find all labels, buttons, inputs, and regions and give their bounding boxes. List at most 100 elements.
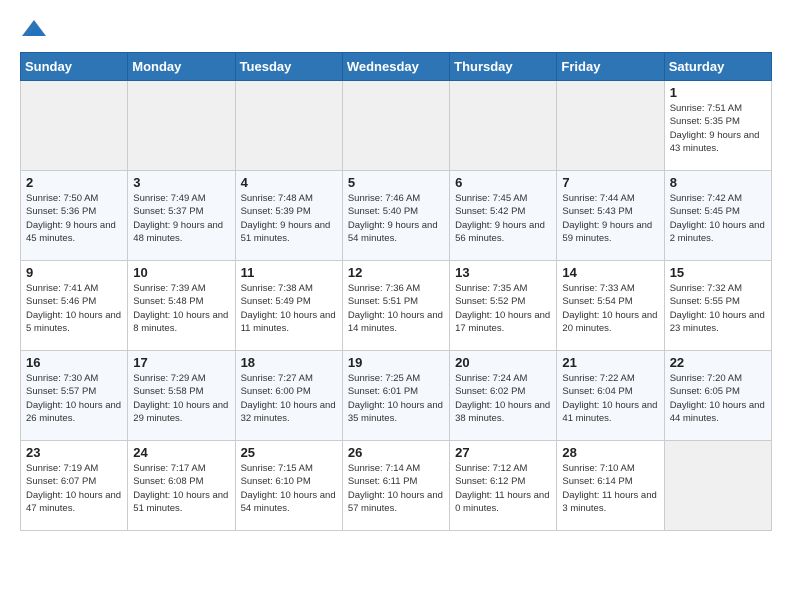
- weekday-header-row: SundayMondayTuesdayWednesdayThursdayFrid…: [21, 53, 772, 81]
- calendar-cell: 15 Sunrise: 7:32 AM Sunset: 5:55 PM Dayli…: [664, 261, 771, 351]
- day-info: Sunrise: 7:24 AM Sunset: 6:02 PM Dayligh…: [455, 372, 551, 425]
- day-info: Sunrise: 7:46 AM Sunset: 5:40 PM Dayligh…: [348, 192, 444, 245]
- calendar-cell: 11 Sunrise: 7:38 AM Sunset: 5:49 PM Dayli…: [235, 261, 342, 351]
- day-number: 25: [241, 445, 337, 460]
- calendar-cell: 14 Sunrise: 7:33 AM Sunset: 5:54 PM Dayli…: [557, 261, 664, 351]
- calendar-cell: 20 Sunrise: 7:24 AM Sunset: 6:02 PM Dayli…: [450, 351, 557, 441]
- day-info: Sunrise: 7:27 AM Sunset: 6:00 PM Dayligh…: [241, 372, 337, 425]
- day-info: Sunrise: 7:12 AM Sunset: 6:12 PM Dayligh…: [455, 462, 551, 515]
- calendar-cell: 24 Sunrise: 7:17 AM Sunset: 6:08 PM Dayli…: [128, 441, 235, 531]
- calendar-cell: [557, 81, 664, 171]
- calendar-cell: 26 Sunrise: 7:14 AM Sunset: 6:11 PM Dayli…: [342, 441, 449, 531]
- day-number: 14: [562, 265, 658, 280]
- day-number: 8: [670, 175, 766, 190]
- day-info: Sunrise: 7:14 AM Sunset: 6:11 PM Dayligh…: [348, 462, 444, 515]
- calendar-cell: 22 Sunrise: 7:20 AM Sunset: 6:05 PM Dayli…: [664, 351, 771, 441]
- calendar-cell: 27 Sunrise: 7:12 AM Sunset: 6:12 PM Dayli…: [450, 441, 557, 531]
- calendar-cell: 1 Sunrise: 7:51 AM Sunset: 5:35 PM Daylig…: [664, 81, 771, 171]
- calendar: SundayMondayTuesdayWednesdayThursdayFrid…: [20, 52, 772, 531]
- calendar-cell: 4 Sunrise: 7:48 AM Sunset: 5:39 PM Daylig…: [235, 171, 342, 261]
- day-info: Sunrise: 7:50 AM Sunset: 5:36 PM Dayligh…: [26, 192, 122, 245]
- day-number: 17: [133, 355, 229, 370]
- day-info: Sunrise: 7:48 AM Sunset: 5:39 PM Dayligh…: [241, 192, 337, 245]
- day-info: Sunrise: 7:39 AM Sunset: 5:48 PM Dayligh…: [133, 282, 229, 335]
- day-info: Sunrise: 7:22 AM Sunset: 6:04 PM Dayligh…: [562, 372, 658, 425]
- calendar-cell: [664, 441, 771, 531]
- day-info: Sunrise: 7:29 AM Sunset: 5:58 PM Dayligh…: [133, 372, 229, 425]
- calendar-cell: 6 Sunrise: 7:45 AM Sunset: 5:42 PM Daylig…: [450, 171, 557, 261]
- day-number: 11: [241, 265, 337, 280]
- calendar-cell: [450, 81, 557, 171]
- calendar-cell: 21 Sunrise: 7:22 AM Sunset: 6:04 PM Dayli…: [557, 351, 664, 441]
- day-info: Sunrise: 7:41 AM Sunset: 5:46 PM Dayligh…: [26, 282, 122, 335]
- day-number: 13: [455, 265, 551, 280]
- day-number: 27: [455, 445, 551, 460]
- calendar-cell: 3 Sunrise: 7:49 AM Sunset: 5:37 PM Daylig…: [128, 171, 235, 261]
- calendar-cell: 7 Sunrise: 7:44 AM Sunset: 5:43 PM Daylig…: [557, 171, 664, 261]
- calendar-week-row: 16Sunrise: 7:30 AM Sunset: 5:57 PM Dayli…: [21, 351, 772, 441]
- weekday-header: Friday: [557, 53, 664, 81]
- day-number: 24: [133, 445, 229, 460]
- calendar-cell: [342, 81, 449, 171]
- day-number: 3: [133, 175, 229, 190]
- day-info: Sunrise: 7:30 AM Sunset: 5:57 PM Dayligh…: [26, 372, 122, 425]
- page: SundayMondayTuesdayWednesdayThursdayFrid…: [0, 0, 792, 547]
- day-number: 20: [455, 355, 551, 370]
- weekday-header: Thursday: [450, 53, 557, 81]
- day-number: 12: [348, 265, 444, 280]
- day-info: Sunrise: 7:49 AM Sunset: 5:37 PM Dayligh…: [133, 192, 229, 245]
- day-number: 26: [348, 445, 444, 460]
- calendar-cell: 12 Sunrise: 7:36 AM Sunset: 5:51 PM Dayli…: [342, 261, 449, 351]
- calendar-cell: 5Sunrise: 7:46 AM Sunset: 5:40 PM Daylig…: [342, 171, 449, 261]
- calendar-cell: 13Sunrise: 7:35 AM Sunset: 5:52 PM Dayli…: [450, 261, 557, 351]
- weekday-header: Monday: [128, 53, 235, 81]
- weekday-header: Sunday: [21, 53, 128, 81]
- day-number: 2: [26, 175, 122, 190]
- day-info: Sunrise: 7:19 AM Sunset: 6:07 PM Dayligh…: [26, 462, 122, 515]
- calendar-week-row: 9 Sunrise: 7:41 AM Sunset: 5:46 PM Daylig…: [21, 261, 772, 351]
- day-number: 15: [670, 265, 766, 280]
- calendar-cell: 18 Sunrise: 7:27 AM Sunset: 6:00 PM Dayli…: [235, 351, 342, 441]
- day-info: Sunrise: 7:25 AM Sunset: 6:01 PM Dayligh…: [348, 372, 444, 425]
- day-number: 10: [133, 265, 229, 280]
- day-info: Sunrise: 7:36 AM Sunset: 5:51 PM Dayligh…: [348, 282, 444, 335]
- calendar-cell: 16Sunrise: 7:30 AM Sunset: 5:57 PM Dayli…: [21, 351, 128, 441]
- day-info: Sunrise: 7:17 AM Sunset: 6:08 PM Dayligh…: [133, 462, 229, 515]
- calendar-cell: 19 Sunrise: 7:25 AM Sunset: 6:01 PM Dayli…: [342, 351, 449, 441]
- day-info: Sunrise: 7:44 AM Sunset: 5:43 PM Dayligh…: [562, 192, 658, 245]
- day-number: 28: [562, 445, 658, 460]
- calendar-cell: 10 Sunrise: 7:39 AM Sunset: 5:48 PM Dayli…: [128, 261, 235, 351]
- weekday-header: Saturday: [664, 53, 771, 81]
- day-info: Sunrise: 7:33 AM Sunset: 5:54 PM Dayligh…: [562, 282, 658, 335]
- day-info: Sunrise: 7:20 AM Sunset: 6:05 PM Dayligh…: [670, 372, 766, 425]
- weekday-header: Wednesday: [342, 53, 449, 81]
- day-number: 21: [562, 355, 658, 370]
- day-info: Sunrise: 7:45 AM Sunset: 5:42 PM Dayligh…: [455, 192, 551, 245]
- calendar-week-row: 23Sunrise: 7:19 AM Sunset: 6:07 PM Dayli…: [21, 441, 772, 531]
- calendar-cell: 28 Sunrise: 7:10 AM Sunset: 6:14 PM Dayli…: [557, 441, 664, 531]
- weekday-header: Tuesday: [235, 53, 342, 81]
- day-info: Sunrise: 7:32 AM Sunset: 5:55 PM Dayligh…: [670, 282, 766, 335]
- day-number: 4: [241, 175, 337, 190]
- calendar-cell: [21, 81, 128, 171]
- day-info: Sunrise: 7:15 AM Sunset: 6:10 PM Dayligh…: [241, 462, 337, 515]
- day-info: Sunrise: 7:51 AM Sunset: 5:35 PM Dayligh…: [670, 102, 766, 155]
- calendar-week-row: 1 Sunrise: 7:51 AM Sunset: 5:35 PM Daylig…: [21, 81, 772, 171]
- day-info: Sunrise: 7:38 AM Sunset: 5:49 PM Dayligh…: [241, 282, 337, 335]
- day-number: 18: [241, 355, 337, 370]
- calendar-cell: 25 Sunrise: 7:15 AM Sunset: 6:10 PM Dayli…: [235, 441, 342, 531]
- calendar-cell: 17 Sunrise: 7:29 AM Sunset: 5:58 PM Dayli…: [128, 351, 235, 441]
- day-number: 6: [455, 175, 551, 190]
- calendar-week-row: 2 Sunrise: 7:50 AM Sunset: 5:36 PM Daylig…: [21, 171, 772, 261]
- day-info: Sunrise: 7:42 AM Sunset: 5:45 PM Dayligh…: [670, 192, 766, 245]
- calendar-cell: 8 Sunrise: 7:42 AM Sunset: 5:45 PM Daylig…: [664, 171, 771, 261]
- day-info: Sunrise: 7:10 AM Sunset: 6:14 PM Dayligh…: [562, 462, 658, 515]
- day-number: 22: [670, 355, 766, 370]
- logo-icon: [22, 16, 46, 40]
- day-number: 1: [670, 85, 766, 100]
- day-number: 7: [562, 175, 658, 190]
- day-number: 9: [26, 265, 122, 280]
- calendar-cell: 2 Sunrise: 7:50 AM Sunset: 5:36 PM Daylig…: [21, 171, 128, 261]
- calendar-cell: 23Sunrise: 7:19 AM Sunset: 6:07 PM Dayli…: [21, 441, 128, 531]
- day-number: 19: [348, 355, 444, 370]
